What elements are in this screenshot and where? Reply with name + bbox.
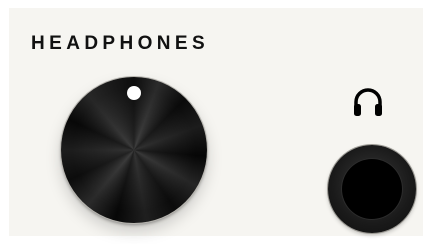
volume-knob[interactable] (61, 77, 207, 223)
jack-hole (342, 159, 402, 219)
knob-indicator-dot (127, 86, 141, 100)
headphone-jack[interactable] (328, 145, 416, 233)
headphones-panel: HEADPHONES (9, 8, 423, 236)
section-title: HEADPHONES (31, 33, 210, 54)
headphones-icon (354, 88, 382, 116)
